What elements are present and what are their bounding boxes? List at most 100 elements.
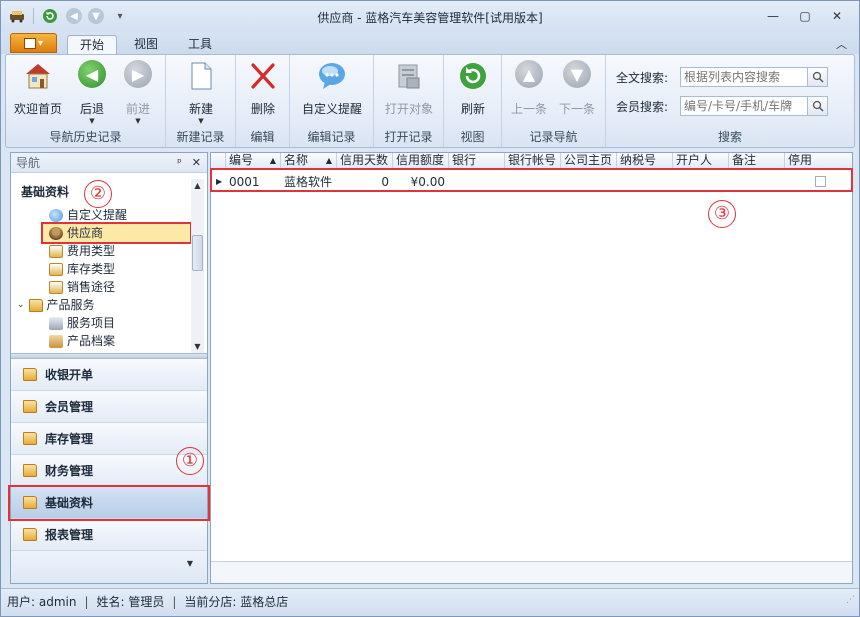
disabled-checkbox[interactable] bbox=[815, 176, 826, 187]
refresh-icon bbox=[457, 60, 489, 92]
column-header[interactable]: 公司主页 bbox=[561, 153, 617, 169]
column-header[interactable]: 信用额度 bbox=[393, 153, 449, 169]
delete-button[interactable]: 删除 bbox=[237, 58, 289, 117]
new-button[interactable]: 新建 ▼ bbox=[175, 58, 227, 125]
fulltext-search-input[interactable] bbox=[680, 67, 808, 87]
status-name: 姓名: 管理员 bbox=[96, 595, 165, 609]
application-menu-button[interactable]: ▾ bbox=[10, 33, 57, 53]
sort-asc-icon: ▲ bbox=[325, 156, 332, 165]
tab-view[interactable]: 视图 bbox=[123, 35, 169, 54]
chevron-down-icon[interactable]: ⌄ bbox=[17, 297, 25, 314]
tree-item-product-archive[interactable]: 产品档案 bbox=[49, 333, 115, 350]
delete-x-icon bbox=[247, 60, 279, 92]
column-header[interactable]: 银行 bbox=[449, 153, 505, 169]
refresh-button[interactable]: 刷新 bbox=[447, 58, 499, 117]
column-header[interactable]: 备注 bbox=[729, 153, 785, 169]
tree-item-service-items[interactable]: 服务项目 bbox=[49, 315, 115, 332]
tree-item-product-service[interactable]: ⌄ 产品服务 bbox=[17, 297, 95, 314]
scroll-thumb[interactable] bbox=[192, 235, 203, 271]
minimize-button[interactable]: — bbox=[759, 7, 787, 25]
prev-record-button[interactable]: ▲ 上一条 bbox=[503, 58, 555, 117]
group-open-record: 打开对象 打开记录 bbox=[374, 55, 444, 147]
cell-account-holder[interactable] bbox=[673, 173, 729, 191]
tree-item-sales-channel[interactable]: 销售途径 bbox=[49, 279, 115, 296]
tree-section-title: 基础资料 bbox=[21, 185, 70, 199]
refresh-label: 刷新 bbox=[460, 102, 485, 116]
cell-code[interactable]: 0001 bbox=[226, 173, 281, 191]
document-icon bbox=[49, 281, 63, 294]
tab-home[interactable]: 开始 bbox=[67, 35, 117, 54]
open-object-button[interactable]: 打开对象 bbox=[378, 58, 440, 117]
maximize-button[interactable]: ▢ bbox=[791, 7, 819, 25]
column-header[interactable]: 纳税号 bbox=[617, 153, 673, 169]
module-label: 库存管理 bbox=[45, 432, 94, 446]
module-basic-data[interactable]: 基础资料 bbox=[11, 487, 207, 519]
folder-icon bbox=[23, 496, 37, 509]
module-reports[interactable]: 报表管理 bbox=[11, 519, 207, 551]
welcome-home-button[interactable]: 欢迎首页 bbox=[12, 58, 64, 117]
group-label-edit: 编辑 bbox=[250, 130, 275, 144]
module-label: 财务管理 bbox=[45, 464, 94, 478]
resize-grip-icon[interactable]: ⋰ bbox=[846, 587, 855, 613]
column-header[interactable]: 停用 bbox=[785, 153, 851, 169]
back-button[interactable]: ◀ 后退 ▼ bbox=[66, 58, 118, 125]
fulltext-search-button[interactable] bbox=[808, 67, 828, 87]
column-header-label: 名称 bbox=[284, 153, 309, 167]
navigation-pane: 导航 ᵖ ✕ 基础资料 自定义提醒 供应商 费用类型 库存类型 销售途径 ⌄ 产… bbox=[10, 152, 208, 584]
app-window: ◀ ▼ ▾ 供应商 - 蓝格汽车美容管理软件[试用版本] — ▢ ✕ ▾ 开始 … bbox=[0, 0, 860, 617]
member-search-input[interactable] bbox=[680, 96, 808, 116]
group-label-nav-history: 导航历史记录 bbox=[49, 130, 122, 144]
back-arrow-icon: ◀ bbox=[76, 60, 108, 92]
cell-bank-account[interactable] bbox=[505, 173, 561, 191]
tree-item-label: 库存类型 bbox=[67, 262, 116, 276]
module-inventory[interactable]: 库存管理 bbox=[11, 423, 207, 455]
next-record-button[interactable]: ▼ 下一条 bbox=[551, 58, 603, 117]
cell-disabled[interactable] bbox=[785, 173, 851, 191]
scroll-up-icon[interactable]: ▲ bbox=[191, 181, 204, 190]
annotation-marker-1: ① bbox=[176, 447, 204, 475]
column-header[interactable]: 开户人 bbox=[673, 153, 729, 169]
module-cashier[interactable]: 收银开单 bbox=[11, 359, 207, 391]
column-header[interactable]: 信用天数 bbox=[337, 153, 393, 169]
group-record-nav: ▲ 上一条 ▼ 下一条 记录导航 bbox=[502, 55, 606, 147]
tree-item-stock-type[interactable]: 库存类型 bbox=[49, 261, 115, 278]
welcome-home-label: 欢迎首页 bbox=[13, 102, 62, 116]
scroll-down-icon[interactable]: ▼ bbox=[191, 342, 204, 351]
group-new-record: 新建 ▼ 新建记录 bbox=[166, 55, 236, 147]
back-label: 后退 bbox=[79, 102, 104, 116]
forward-button[interactable]: ▶ 前进 ▼ bbox=[112, 58, 164, 125]
cell-bank[interactable] bbox=[449, 173, 505, 191]
column-header[interactable]: 编号 ▲ bbox=[226, 153, 281, 169]
close-icon[interactable]: ✕ bbox=[192, 153, 201, 173]
group-nav-history: 欢迎首页 ◀ 后退 ▼ ▶ 前进 ▼ 导航历史记录 bbox=[6, 55, 166, 147]
cell-tax-id[interactable] bbox=[617, 173, 673, 191]
cell-name[interactable]: 蓝格软件 bbox=[281, 173, 337, 191]
column-header[interactable]: 名称 ▲ bbox=[281, 153, 337, 169]
forward-circle-icon: ▶ bbox=[124, 60, 152, 88]
module-label: 会员管理 bbox=[45, 400, 94, 414]
chevron-down-icon[interactable]: ▼ bbox=[187, 559, 193, 568]
module-member[interactable]: 会员管理 bbox=[11, 391, 207, 423]
pin-icon[interactable]: ᵖ bbox=[177, 153, 182, 173]
tree-scrollbar[interactable]: ▲ ▼ bbox=[191, 179, 204, 353]
tree-item-expense-type[interactable]: 费用类型 bbox=[49, 243, 115, 260]
member-search-button[interactable] bbox=[808, 96, 828, 116]
cell-credit-days[interactable]: 0 bbox=[337, 173, 393, 191]
reminder-icon bbox=[49, 209, 63, 222]
close-button[interactable]: ✕ bbox=[823, 7, 851, 25]
custom-reminder-label: 自定义提醒 bbox=[301, 102, 362, 116]
cell-credit-limit[interactable]: ¥0.00 bbox=[393, 173, 449, 191]
tree-item-label: 销售途径 bbox=[67, 280, 116, 294]
cell-remark[interactable] bbox=[729, 173, 785, 191]
table-row[interactable]: ▶ 0001 蓝格软件 0 ¥0.00 bbox=[211, 173, 852, 191]
column-header[interactable]: 银行帐号 bbox=[505, 153, 561, 169]
back-circle-icon: ◀ bbox=[78, 60, 106, 88]
cell-homepage[interactable] bbox=[561, 173, 617, 191]
status-separator: | bbox=[84, 595, 89, 609]
tree-item-supplier[interactable]: 供应商 bbox=[41, 222, 191, 244]
tab-tools[interactable]: 工具 bbox=[177, 35, 223, 54]
app-menu-icon bbox=[23, 37, 36, 49]
member-search-row: 会员搜索: bbox=[616, 96, 828, 116]
custom-reminder-button[interactable]: 自定义提醒 bbox=[294, 58, 370, 117]
collapse-ribbon-icon[interactable]: ︿ bbox=[836, 36, 847, 52]
